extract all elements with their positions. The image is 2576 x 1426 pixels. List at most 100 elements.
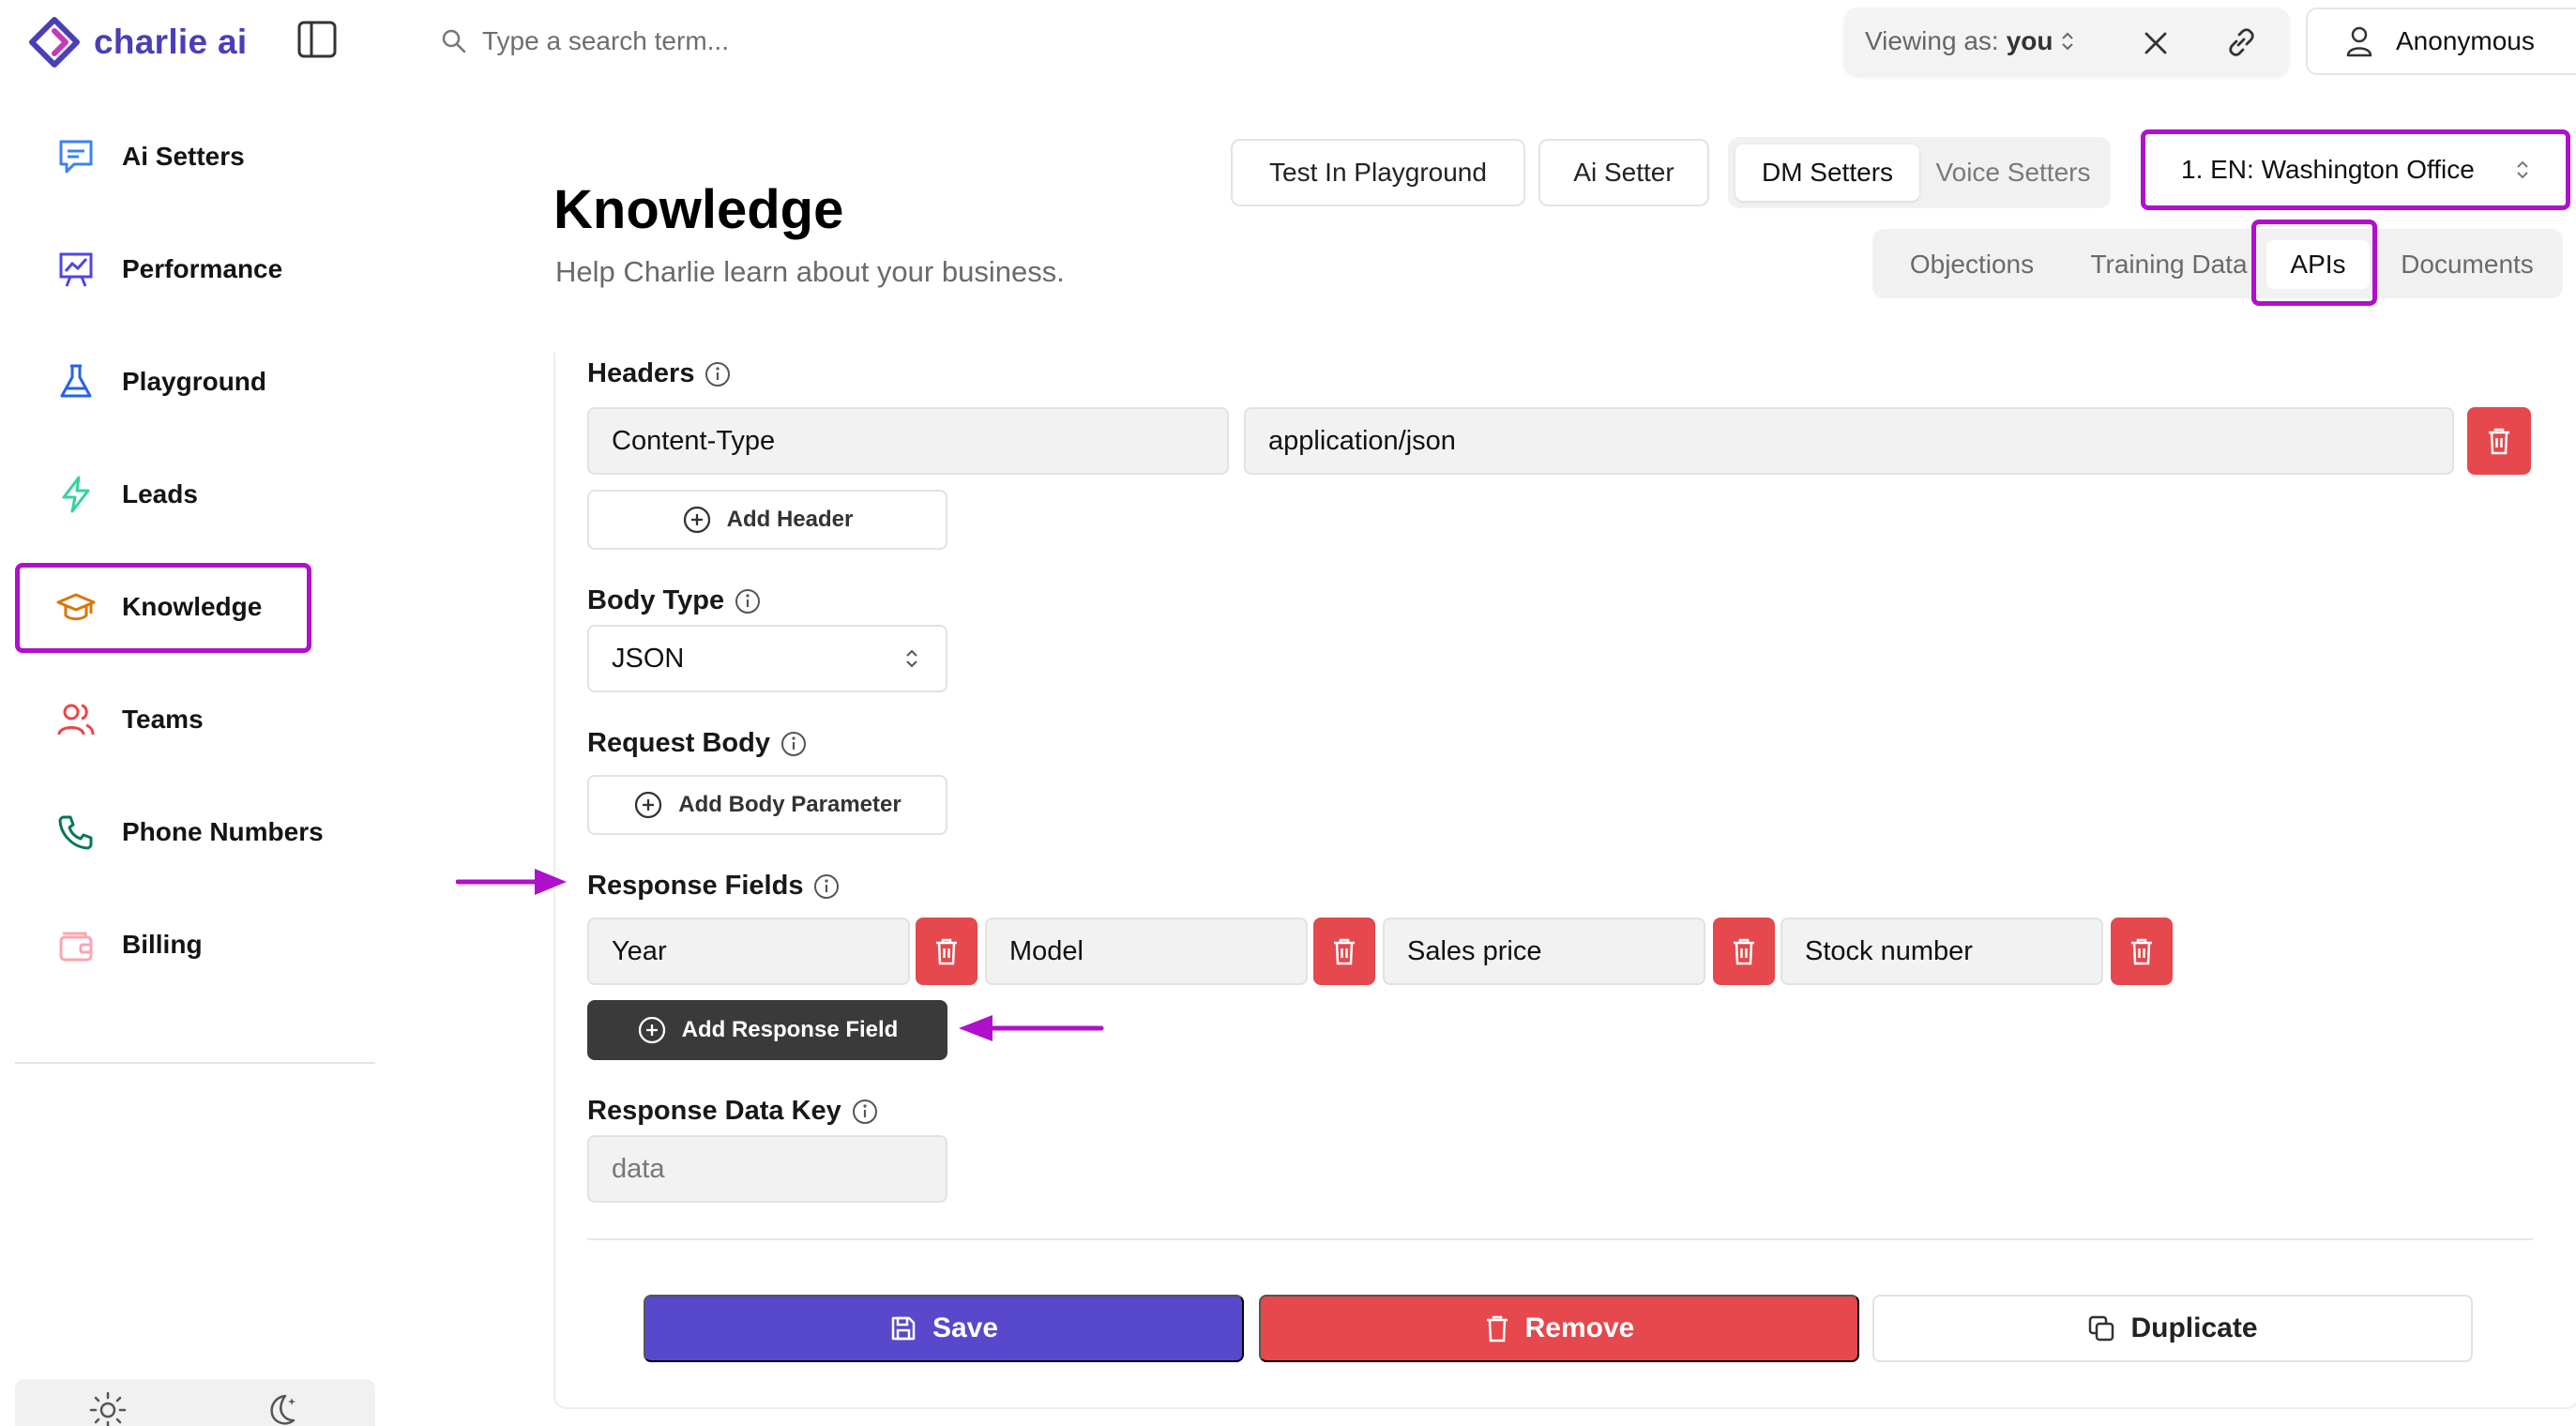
save-label: Save (932, 1312, 999, 1343)
ai-setter-button[interactable]: Ai Setter (1538, 139, 1709, 206)
request-body-label-text: Request Body (587, 728, 770, 758)
knowledge-tabs: Objections Training Data APIs Documents (1872, 229, 2563, 298)
add-response-field-button[interactable]: Add Response Field (587, 1000, 947, 1060)
add-response-field-label: Add Response Field (681, 1017, 899, 1042)
app-logo[interactable]: charlie ai (28, 9, 247, 75)
office-select[interactable]: 1. EN: Washington Office (2141, 129, 2570, 210)
delete-response-field-button[interactable] (2111, 918, 2173, 985)
office-select-value: 1. EN: Washington Office (2181, 155, 2475, 184)
info-icon[interactable] (812, 872, 841, 901)
duplicate-label: Duplicate (2130, 1312, 2258, 1343)
sidebar-toggle-icon[interactable] (296, 19, 338, 60)
link-icon[interactable] (2225, 26, 2257, 58)
add-header-button[interactable]: Add Header (587, 490, 947, 550)
delete-response-field-button[interactable] (916, 918, 977, 985)
viewing-as-value: you (2006, 26, 2053, 55)
response-data-key-input[interactable]: data (587, 1135, 947, 1203)
search-input[interactable] (482, 26, 1139, 56)
phone-icon (54, 811, 98, 854)
info-icon[interactable] (780, 730, 808, 758)
sidebar-item-label: Billing (122, 930, 203, 959)
response-field-input[interactable]: Sales price (1383, 918, 1705, 985)
sidebar-item-teams[interactable]: Teams (28, 677, 375, 762)
response-fields-label: Response Fields (587, 871, 841, 902)
response-field-input[interactable]: Year (587, 918, 910, 985)
save-button[interactable]: Save (644, 1295, 1244, 1362)
remove-label: Remove (1524, 1312, 1635, 1343)
sidebar-item-ai-setters[interactable]: Ai Setters (28, 114, 375, 199)
tab-objections[interactable]: Objections (1884, 240, 2060, 289)
sidebar-item-leads[interactable]: Leads (28, 452, 375, 537)
request-body-label: Request Body (587, 728, 808, 759)
test-in-playground-button[interactable]: Test In Playground (1231, 139, 1525, 206)
sidebar-item-label: Ai Setters (122, 142, 245, 171)
trash-icon (1484, 1313, 1510, 1343)
headers-label: Headers (587, 358, 732, 389)
flask-icon (54, 360, 98, 403)
duplicate-button[interactable]: Duplicate (1872, 1295, 2473, 1362)
info-icon[interactable] (704, 360, 732, 388)
chart-icon (54, 248, 98, 291)
add-header-label: Add Header (726, 507, 854, 532)
plus-circle-icon (682, 505, 712, 535)
tab-voice-setters[interactable]: Voice Setters (1921, 144, 2105, 201)
tab-dm-setters[interactable]: DM Setters (1735, 144, 1919, 201)
info-icon[interactable] (734, 587, 762, 615)
floppy-disk-icon (889, 1314, 917, 1343)
add-body-parameter-label: Add Body Parameter (678, 792, 902, 817)
sidebar-item-phone-numbers[interactable]: Phone Numbers (28, 790, 375, 874)
users-icon (54, 698, 98, 741)
sidebar-item-billing[interactable]: Billing (28, 903, 375, 987)
body-type-value: JSON (612, 643, 685, 674)
chat-icon (54, 135, 98, 178)
plus-circle-icon (637, 1015, 667, 1045)
setter-type-toggle: DM Setters Voice Setters (1728, 137, 2111, 208)
response-field-input[interactable]: Model (985, 918, 1308, 985)
user-menu[interactable]: Anonymous (2306, 8, 2576, 75)
moon-icon[interactable] (263, 1390, 302, 1426)
response-data-key-label-text: Response Data Key (587, 1096, 841, 1126)
body-type-label-text: Body Type (587, 585, 725, 615)
response-data-key-label: Response Data Key (587, 1096, 879, 1127)
copy-icon (2087, 1314, 2115, 1343)
knowledge-highlight-box (15, 563, 311, 653)
annotation-arrow-right (456, 865, 568, 899)
page-title: Knowledge (553, 179, 844, 240)
info-icon[interactable] (851, 1098, 879, 1126)
remove-button[interactable]: Remove (1259, 1295, 1859, 1362)
trash-icon (2129, 936, 2155, 966)
page-subtitle: Help Charlie learn about your business. (555, 255, 1065, 288)
body-type-label: Body Type (587, 585, 762, 616)
form-divider (587, 1238, 2533, 1240)
sidebar-item-performance[interactable]: Performance (28, 227, 375, 311)
sun-icon[interactable] (88, 1390, 128, 1426)
header-key-input[interactable]: Content-Type (587, 407, 1229, 475)
add-body-parameter-button[interactable]: Add Body Parameter (587, 775, 947, 835)
sidebar-item-label: Teams (122, 705, 204, 734)
charlie-logo-icon (28, 16, 81, 68)
tab-training-data[interactable]: Training Data (2071, 240, 2266, 289)
annotation-arrow-left (957, 1011, 1107, 1045)
user-icon (2345, 25, 2373, 57)
viewing-as-select[interactable]: Viewing as: you (1865, 26, 2075, 56)
search-icon (441, 28, 467, 54)
delete-header-button[interactable] (2467, 407, 2531, 475)
close-icon[interactable] (2141, 28, 2171, 58)
response-field-input[interactable]: Stock number (1780, 918, 2103, 985)
sidebar-item-label: Playground (122, 367, 267, 396)
header-value-input[interactable]: application/json (1244, 407, 2454, 475)
chevron-updown-icon (2060, 30, 2075, 53)
trash-icon (2486, 426, 2512, 456)
theme-switcher (15, 1379, 375, 1426)
headers-label-text: Headers (587, 358, 695, 388)
sidebar-item-playground[interactable]: Playground (28, 340, 375, 424)
sidebar-divider (15, 1062, 375, 1064)
user-name: Anonymous (2396, 26, 2535, 55)
tab-documents[interactable]: Documents (2379, 240, 2555, 289)
trash-icon (1331, 936, 1357, 966)
app-name: charlie ai (94, 23, 248, 61)
body-type-select[interactable]: JSON (587, 625, 947, 692)
delete-response-field-button[interactable] (1713, 918, 1775, 985)
delete-response-field-button[interactable] (1313, 918, 1375, 985)
search-bar (441, 21, 1139, 62)
